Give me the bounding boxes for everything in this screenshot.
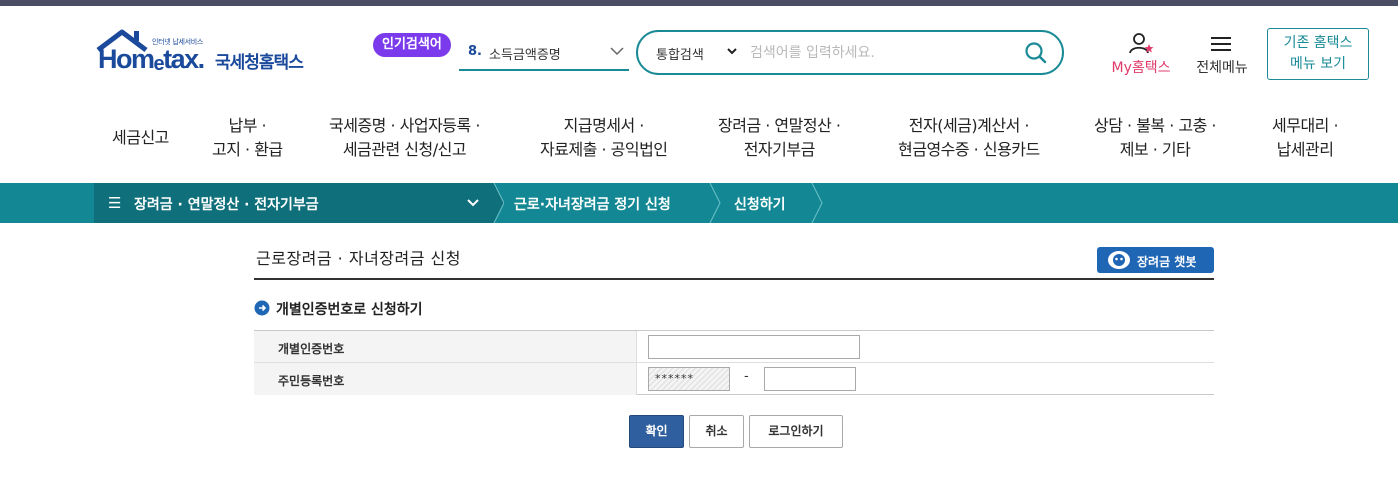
individual-code-input[interactable] xyxy=(648,335,860,359)
breadcrumb: ☰ 장려금 · 연말정산 · 전자기부금 근로·자녀장려금 정기 신청 신청하기 xyxy=(0,183,1398,223)
breadcrumb-separator-icon xyxy=(811,183,823,223)
application-form-table: 개별인증번호 주민등록번호 ****** - xyxy=(254,330,1214,395)
gnb-item-statements[interactable]: 지급명세서 · 자료제출 · 공익법인 xyxy=(540,114,668,162)
section-title: 개별인증번호로 신청하기 xyxy=(276,302,423,318)
gnb-item-tax-filing[interactable]: 세금신고 xyxy=(112,126,169,150)
search-input[interactable] xyxy=(750,40,1010,66)
page-title: 근로장려금 · 자녀장려금 신청 xyxy=(256,249,461,268)
arrow-circle-icon xyxy=(254,300,270,316)
old-hometax-line1: 기존 홈택스 xyxy=(1283,35,1353,51)
resident-number-label: 주민등록번호 xyxy=(278,374,345,388)
popular-search-badge: 인기검색어 xyxy=(373,33,451,57)
form-row-resident-number: 주민등록번호 ****** - xyxy=(254,363,1214,395)
list-icon: ☰ xyxy=(108,194,122,212)
hometax-logo[interactable]: 인터넷 납세서비스 Hometax. 국세청홈택스 xyxy=(96,28,311,78)
my-hometax-label: My홈택스 xyxy=(1111,60,1171,76)
user-star-icon xyxy=(1129,33,1154,54)
all-menu-label: 전체메뉴 xyxy=(1196,60,1248,76)
popular-keyword-text: 소득금액증명 xyxy=(489,48,561,63)
title-divider xyxy=(254,278,1214,280)
individual-code-label: 개별인증번호 xyxy=(278,342,345,356)
old-hometax-line2: 메뉴 보기 xyxy=(1290,56,1346,72)
logo-wordmark: Hometax. xyxy=(98,44,205,75)
breadcrumb-separator-icon xyxy=(486,183,504,223)
gnb-item-payment[interactable]: 납부 · 고지 · 환급 xyxy=(212,114,283,162)
form-header-cell: 개별인증번호 xyxy=(254,331,637,362)
breadcrumb-category-dropdown[interactable]: ☰ 장려금 · 연말정산 · 전자기부금 xyxy=(94,183,494,223)
logo-korean-name: 국세청홈택스 xyxy=(215,53,304,73)
popular-keyword-rank: 8. xyxy=(468,44,482,59)
resident-number-back-input[interactable] xyxy=(764,367,856,391)
resident-number-front-field: ****** xyxy=(648,367,730,391)
breadcrumb-separator-icon xyxy=(709,183,721,223)
chatbot-label: 장려금 챗봇 xyxy=(1137,255,1197,269)
gnb-item-incentives[interactable]: 장려금 · 연말정산 · 전자기부금 xyxy=(718,114,841,162)
search-type-select[interactable]: 통합검색 xyxy=(656,44,704,63)
breadcrumb-category-label: 장려금 · 연말정산 · 전자기부금 xyxy=(134,197,319,213)
chevron-down-icon xyxy=(727,48,737,55)
all-menu-button[interactable]: 전체메뉴 xyxy=(1189,32,1255,77)
popular-keyword-dropdown[interactable]: 8. 소득금액증명 xyxy=(459,36,629,71)
form-row-individual-code: 개별인증번호 xyxy=(254,331,1214,363)
login-button[interactable]: 로그인하기 xyxy=(749,415,843,448)
gnb-item-e-invoice[interactable]: 전자(세금)계산서 · 현금영수증 · 신용카드 xyxy=(898,114,1040,162)
breadcrumb-item-apply[interactable]: 신청하기 xyxy=(734,194,786,214)
my-hometax-button[interactable]: My홈택스 xyxy=(1106,32,1176,77)
search-icon[interactable] xyxy=(1024,41,1048,65)
hamburger-menu-icon xyxy=(1211,37,1231,51)
form-header-cell: 주민등록번호 xyxy=(254,363,637,395)
top-accent-bar xyxy=(0,0,1398,6)
chevron-down-icon xyxy=(467,199,479,207)
gnb-item-certificates[interactable]: 국세증명 · 사업자등록 · 세금관련 신청/신고 xyxy=(329,114,480,162)
chevron-down-icon xyxy=(610,47,624,56)
search-box: 통합검색 xyxy=(636,30,1064,75)
old-hometax-menu-button[interactable]: 기존 홈택스 메뉴 보기 xyxy=(1267,28,1369,80)
chatbot-icon xyxy=(1108,251,1130,269)
gnb-item-tax-agent[interactable]: 세무대리 · 납세관리 xyxy=(1272,114,1339,162)
cancel-button[interactable]: 취소 xyxy=(689,415,744,448)
resident-number-dash: - xyxy=(744,369,749,384)
gnb-item-consultation[interactable]: 상담 · 불복 · 고충 · 제보 · 기타 xyxy=(1094,114,1217,162)
breadcrumb-item-regular-application[interactable]: 근로·자녀장려금 정기 신청 xyxy=(514,194,671,214)
confirm-button[interactable]: 확인 xyxy=(629,415,684,448)
incentive-chatbot-button[interactable]: 장려금 챗봇 xyxy=(1097,247,1214,273)
